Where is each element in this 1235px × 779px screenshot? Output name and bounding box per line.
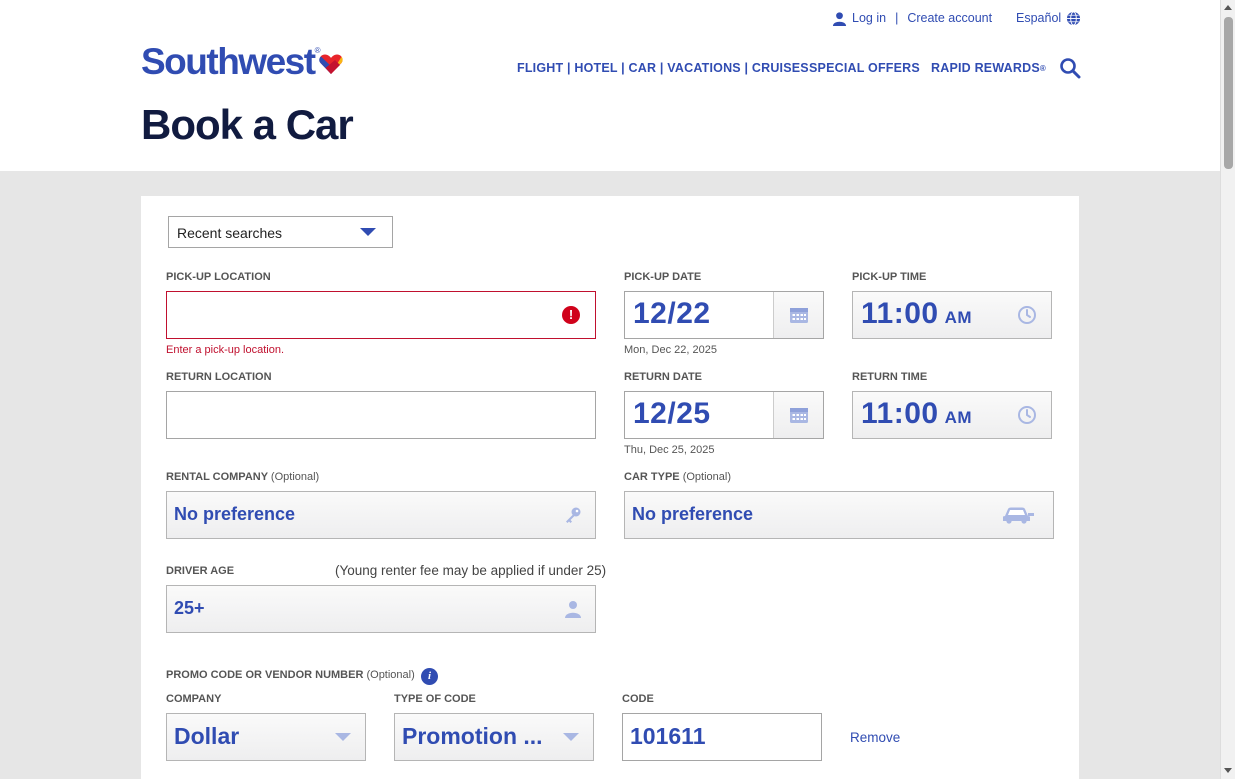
return-time-value: 11:00: [861, 397, 939, 430]
driver-age-label: DRIVER AGE: [166, 565, 235, 577]
globe-icon: [1067, 10, 1081, 26]
car-type-value: No preference: [632, 504, 754, 524]
promo-type-label: TYPE OF CODE: [394, 693, 476, 705]
scroll-up-arrow-icon[interactable]: [1224, 5, 1232, 10]
page-scrollbar[interactable]: [1220, 0, 1235, 779]
logo-wordmark: Southwest: [141, 41, 316, 82]
recent-searches-label: Recent searches: [177, 225, 283, 241]
nav-rapid-rewards-wrap: RAPID REWARDS ®: [931, 60, 1046, 76]
return-location-label: RETURN LOCATION: [166, 371, 272, 383]
promo-label: PROMO CODE OR VENDOR NUMBER (Optional): [166, 669, 415, 681]
nav-rapid-rewards[interactable]: RAPID REWARDS: [931, 61, 1040, 75]
pickup-calendar-button[interactable]: [773, 292, 823, 338]
rental-company-optional: (Optional): [270, 471, 320, 483]
return-calendar-button[interactable]: [773, 392, 823, 438]
pickup-location-input[interactable]: [166, 291, 596, 339]
clock-icon: [1018, 306, 1036, 324]
car-type-optional: (Optional): [682, 471, 731, 483]
user-icon: [832, 11, 847, 26]
pickup-date-label: PICK-UP DATE: [624, 271, 702, 283]
car-type-label-text: CAR TYPE: [624, 471, 680, 483]
create-account-link[interactable]: Create account: [907, 11, 992, 25]
pickup-time-ampm: AM: [944, 308, 973, 327]
return-location-input[interactable]: [166, 391, 596, 439]
pickup-time-label: PICK-UP TIME: [852, 271, 927, 283]
clock-icon: [1018, 406, 1036, 424]
pickup-time-value: 11:00: [861, 297, 939, 330]
southwest-logo[interactable]: Southwest ®: [141, 41, 344, 84]
rental-company-value: No preference: [174, 504, 296, 524]
scrollbar-thumb[interactable]: [1224, 17, 1233, 169]
booking-form-card: [141, 196, 1079, 779]
pickup-location-label: PICK-UP LOCATION: [166, 271, 271, 283]
return-date-full: Thu, Dec 25, 2025: [624, 444, 715, 456]
promo-code-label: CODE: [622, 693, 654, 705]
info-icon[interactable]: i: [421, 668, 438, 685]
person-icon: [565, 601, 581, 618]
recent-searches-select[interactable]: Recent searches: [168, 216, 393, 248]
language-switch[interactable]: Español: [1016, 9, 1081, 27]
return-date-value: 12/25: [633, 397, 711, 430]
main-nav: FLIGHT | HOTEL | CAR | VACATIONS | CRUIS…: [517, 60, 809, 76]
return-time-label: RETURN TIME: [852, 371, 928, 383]
language-link[interactable]: Español: [1016, 11, 1061, 25]
promo-company-label: COMPANY: [166, 693, 222, 705]
driver-age-select[interactable]: [166, 585, 596, 633]
return-time-ampm: AM: [944, 408, 973, 427]
rental-company-label: RENTAL COMPANY (Optional): [166, 471, 319, 483]
promo-code-value: 101611: [630, 723, 706, 749]
remove-promo-link[interactable]: Remove: [850, 730, 900, 745]
car-icon: [1003, 507, 1034, 524]
key-icon: [566, 507, 581, 523]
pickup-location-error: Enter a pick-up location.: [166, 344, 285, 356]
utility-nav: Log in | Create account: [832, 9, 992, 27]
driver-age-hint: (Young renter fee may be applied if unde…: [335, 563, 607, 578]
return-date-label: RETURN DATE: [624, 371, 703, 383]
driver-age-value: 25+: [174, 598, 205, 618]
rental-company-label-text: RENTAL COMPANY: [166, 471, 268, 483]
pickup-time-display: 11:00 AM: [861, 297, 972, 331]
login-link[interactable]: Log in: [852, 11, 886, 25]
car-type-label: CAR TYPE (Optional): [624, 471, 731, 483]
promo-optional: (Optional): [366, 669, 415, 681]
promo-label-text: PROMO CODE OR VENDOR NUMBER: [166, 669, 364, 681]
site-header: Log in | Create account Español Southwes…: [0, 0, 1220, 171]
pickup-date-value: 12/22: [633, 297, 711, 330]
scroll-down-arrow-icon[interactable]: [1224, 768, 1232, 773]
chevron-down-icon: [563, 733, 579, 741]
nav-products[interactable]: FLIGHT | HOTEL | CAR | VACATIONS | CRUIS…: [517, 61, 809, 75]
promo-company-value: Dollar: [174, 723, 240, 749]
nav-rapid-rewards-mark: ®: [1039, 63, 1046, 73]
pickup-date-full: Mon, Dec 22, 2025: [624, 344, 717, 356]
promo-type-value: Promotion ...: [402, 723, 543, 749]
nav-special-offers[interactable]: SPECIAL OFFERS: [809, 61, 920, 75]
page-title: Book a Car: [141, 101, 354, 148]
error-icon: !: [562, 306, 580, 324]
util-separator: |: [895, 11, 899, 25]
heart-logo-icon: [319, 54, 344, 74]
chevron-down-icon: [335, 733, 351, 741]
calendar-icon: [790, 308, 808, 323]
chevron-down-icon: [360, 228, 376, 236]
search-icon[interactable]: [1059, 57, 1081, 79]
calendar-icon: [790, 408, 808, 423]
return-time-display: 11:00 AM: [861, 397, 972, 431]
nav-special-offers-wrap: SPECIAL OFFERS: [809, 60, 920, 76]
